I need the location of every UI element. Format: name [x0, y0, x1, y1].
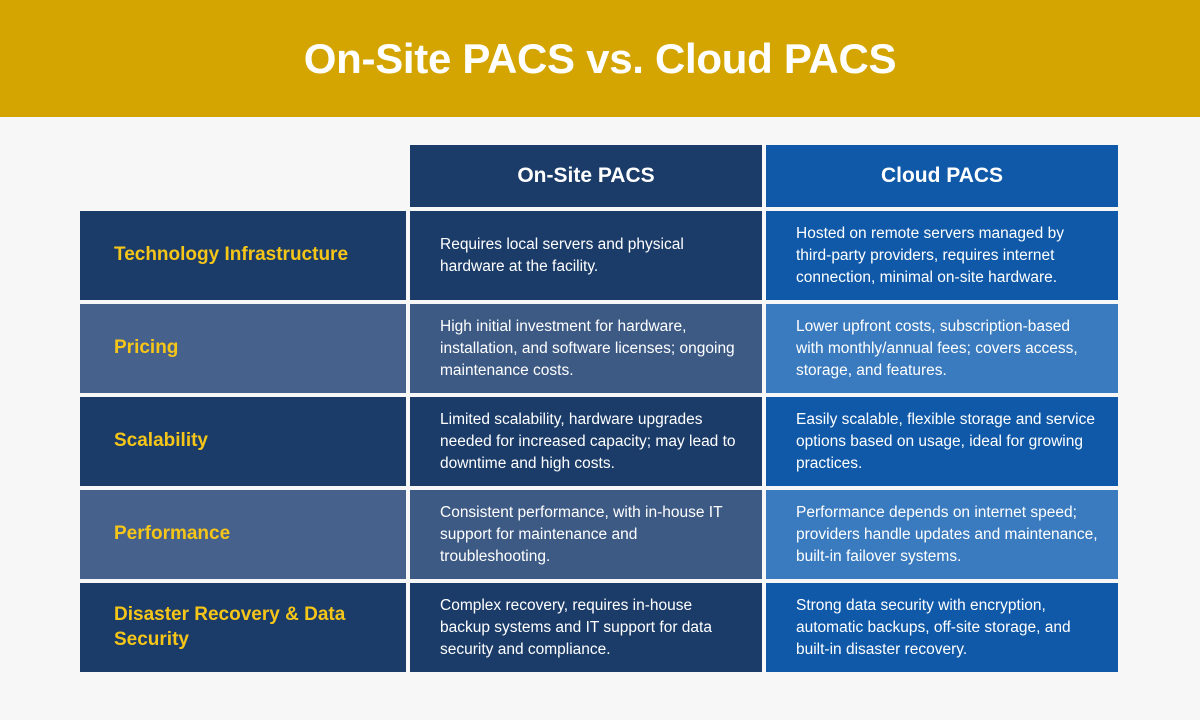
cell-text: Requires local servers and physical hard… [440, 235, 684, 275]
cell-text: Performance depends on internet speed; p… [796, 503, 1098, 565]
cell-onsite-pricing: High initial investment for hardware, in… [410, 304, 762, 393]
cell-text: Easily scalable, flexible storage and se… [796, 410, 1095, 472]
cell-onsite-technology-infrastructure: Requires local servers and physical hard… [410, 211, 762, 300]
cell-text: High initial investment for hardware, in… [440, 317, 735, 379]
cell-text: Hosted on remote servers managed by thir… [796, 224, 1064, 286]
row-label-pricing: Pricing [80, 304, 406, 393]
page-banner: On-Site PACS vs. Cloud PACS [0, 0, 1200, 117]
column-header-cloud: Cloud PACS [766, 145, 1118, 207]
page-title: On-Site PACS vs. Cloud PACS [303, 34, 897, 82]
cell-cloud-technology-infrastructure: Hosted on remote servers managed by thir… [766, 211, 1118, 300]
table-row: Performance Consistent performance, with… [80, 490, 1118, 579]
cell-onsite-scalability: Limited scalability, hardware upgrades n… [410, 397, 762, 486]
cell-text: Limited scalability, hardware upgrades n… [440, 410, 736, 472]
cell-onsite-performance: Consistent performance, with in-house IT… [410, 490, 762, 579]
cell-text: Lower upfront costs, subscription-based … [796, 317, 1078, 379]
table-header-row: On-Site PACS Cloud PACS [80, 145, 1118, 207]
table-row: Pricing High initial investment for hard… [80, 304, 1118, 393]
table-row: Technology Infrastructure Requires local… [80, 211, 1118, 300]
cell-cloud-performance: Performance depends on internet speed; p… [766, 490, 1118, 579]
header-label-spacer [80, 145, 406, 207]
cell-onsite-disaster-recovery-data-security: Complex recovery, requires in-house back… [410, 583, 762, 672]
cell-cloud-scalability: Easily scalable, flexible storage and se… [766, 397, 1118, 486]
cell-cloud-disaster-recovery-data-security: Strong data security with encryption, au… [766, 583, 1118, 672]
row-label-scalability: Scalability [80, 397, 406, 486]
table-row: Disaster Recovery & Data Security Comple… [80, 583, 1118, 672]
row-label-disaster-recovery-data-security: Disaster Recovery & Data Security [80, 583, 406, 672]
row-label-technology-infrastructure: Technology Infrastructure [80, 211, 406, 300]
cell-text: Consistent performance, with in-house IT… [440, 503, 723, 565]
cell-text: Complex recovery, requires in-house back… [440, 596, 712, 658]
cell-text: Strong data security with encryption, au… [796, 596, 1071, 658]
comparison-table: On-Site PACS Cloud PACS Technology Infra… [80, 145, 1118, 675]
cell-cloud-pricing: Lower upfront costs, subscription-based … [766, 304, 1118, 393]
comparison-table-area: On-Site PACS Cloud PACS Technology Infra… [0, 117, 1200, 720]
row-label-performance: Performance [80, 490, 406, 579]
column-header-onsite: On-Site PACS [410, 145, 762, 207]
table-row: Scalability Limited scalability, hardwar… [80, 397, 1118, 486]
